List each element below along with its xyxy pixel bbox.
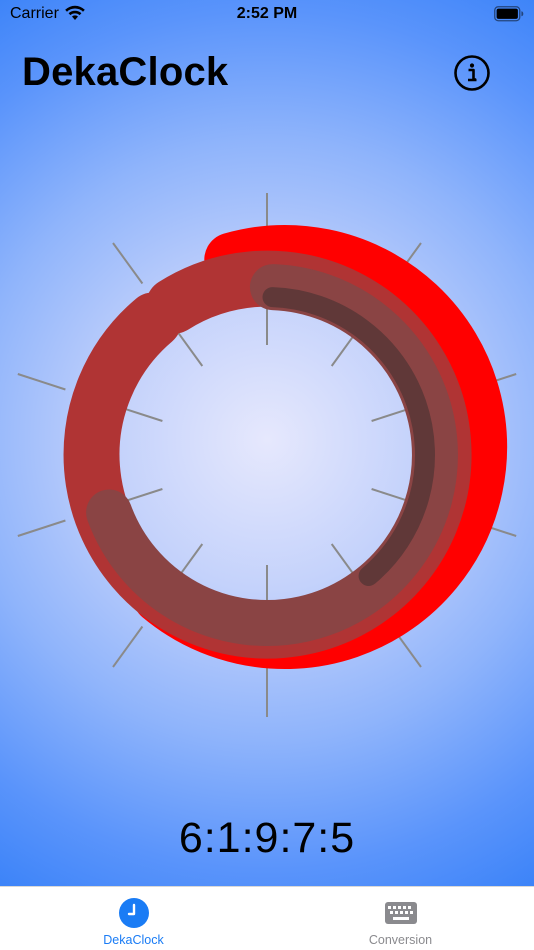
battery-icon (494, 6, 524, 22)
tab-dekaclock-label: DekaClock (103, 933, 164, 947)
page-title: DekaClock (22, 50, 229, 94)
status-bar: Carrier 2:52 PM (0, 0, 534, 30)
keyboard-icon (385, 902, 417, 924)
clock-icon (119, 898, 149, 928)
outer-tick (17, 519, 66, 537)
app-screen: Carrier 2:52 PM DekaClock 6:1:9:7:5 Deka… (0, 0, 534, 950)
status-time: 2:52 PM (236, 5, 298, 22)
info-button[interactable] (453, 54, 491, 92)
outer-tick (112, 242, 144, 285)
dial-arcs (63, 225, 508, 670)
tab-dekaclock[interactable]: DekaClock (0, 887, 267, 950)
tab-conversion-label: Conversion (368, 933, 433, 947)
tab-conversion[interactable]: Conversion (267, 887, 534, 950)
deka-clock-dial (17, 193, 517, 717)
outer-tick (17, 373, 66, 391)
outer-tick (112, 625, 144, 668)
time-readout: 6:1:9:7:5 (178, 814, 356, 862)
tab-bar: DekaClock Conversion (0, 886, 534, 950)
